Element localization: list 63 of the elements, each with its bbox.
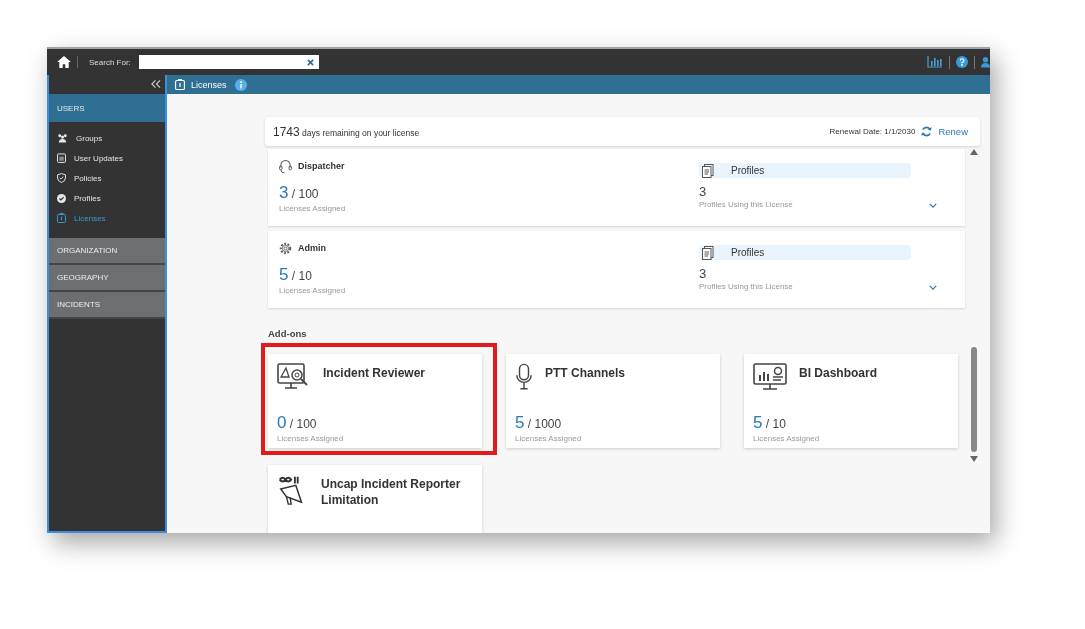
addon-caption: Licenses Assigned	[753, 434, 821, 443]
profiles-header: Profiles	[699, 245, 911, 260]
chevron-down-icon[interactable]	[929, 285, 937, 290]
license-name: Admin	[298, 243, 326, 253]
clear-icon[interactable]	[306, 58, 314, 66]
collapse-icon[interactable]	[150, 79, 161, 89]
gear-icon	[279, 241, 292, 255]
sidebar-item[interactable]: Groups	[49, 128, 165, 148]
headset-icon	[279, 158, 292, 174]
sidebar-item[interactable]: Licenses	[49, 208, 165, 228]
profiles-count: 3	[699, 266, 708, 281]
license-caption: Licenses Assigned	[279, 204, 347, 213]
license-name: Dispatcher	[298, 161, 345, 171]
days-remaining: 1743 days remaining on your license	[273, 124, 420, 139]
people-icon	[57, 133, 68, 143]
shield-icon	[57, 173, 66, 183]
profiles-count: 3	[699, 184, 708, 199]
license-count: 5 / 10	[279, 265, 313, 285]
profiles-caption: Profiles Using this License	[699, 282, 794, 291]
page-title: Licenses	[191, 79, 227, 90]
addon-count: 5 / 1000	[515, 413, 563, 433]
sidebar-item[interactable]: User Updates	[49, 148, 165, 168]
monitor-chart-icon	[753, 363, 787, 391]
help-icon[interactable]	[956, 56, 968, 68]
sidebar-section-header[interactable]: INCIDENTS	[49, 292, 165, 319]
license-caption: Licenses Assigned	[279, 286, 347, 295]
profiles-header: Profiles	[699, 163, 911, 178]
scrollbar[interactable]	[969, 149, 979, 462]
check-circle-icon	[57, 193, 66, 203]
addon-caption: Licenses Assigned	[277, 434, 345, 443]
license-count: 3 / 100	[279, 183, 320, 203]
sidebar-section-header[interactable]: ORGANIZATION	[49, 238, 165, 265]
bar-chart-icon[interactable]	[927, 56, 943, 68]
refresh-icon[interactable]	[921, 126, 933, 137]
license-icon	[57, 213, 66, 223]
chevron-down-icon[interactable]	[929, 203, 937, 208]
calendar-icon	[57, 153, 66, 163]
addon-name: Uncap Incident Reporter Limitation	[321, 476, 461, 508]
search-field[interactable]	[138, 55, 319, 69]
info-icon[interactable]	[234, 78, 247, 91]
addon-count: 0 / 100	[277, 413, 318, 433]
sidebar-section-header[interactable]: USERS	[49, 94, 165, 122]
addon-name: Incident Reviewer	[323, 365, 426, 381]
document-icon	[702, 163, 714, 178]
addon-name: BI Dashboard	[799, 365, 877, 381]
addon-caption: Licenses Assigned	[515, 434, 583, 443]
home-icon[interactable]	[57, 56, 78, 68]
sidebar-item[interactable]: Policies	[49, 168, 165, 188]
scroll-down-icon[interactable]	[970, 456, 978, 462]
sidebar-item[interactable]: Profiles	[49, 188, 165, 208]
renewal-date: Renewal Date: 1/1/2030	[829, 127, 916, 136]
renew-link[interactable]: Renew	[938, 126, 968, 137]
sidebar-section-header[interactable]: GEOGRAPHY	[49, 265, 165, 292]
document-icon	[702, 245, 714, 260]
addon-count: 5 / 10	[753, 413, 787, 433]
license-icon	[175, 79, 185, 90]
section-title: Add-ons	[268, 328, 308, 339]
microphone-icon	[515, 363, 533, 391]
scroll-up-icon[interactable]	[970, 149, 978, 155]
profiles-caption: Profiles Using this License	[699, 200, 794, 209]
search-label: Search For:	[89, 57, 131, 67]
user-icon[interactable]	[981, 56, 990, 68]
addon-name: PTT Channels	[545, 365, 625, 381]
